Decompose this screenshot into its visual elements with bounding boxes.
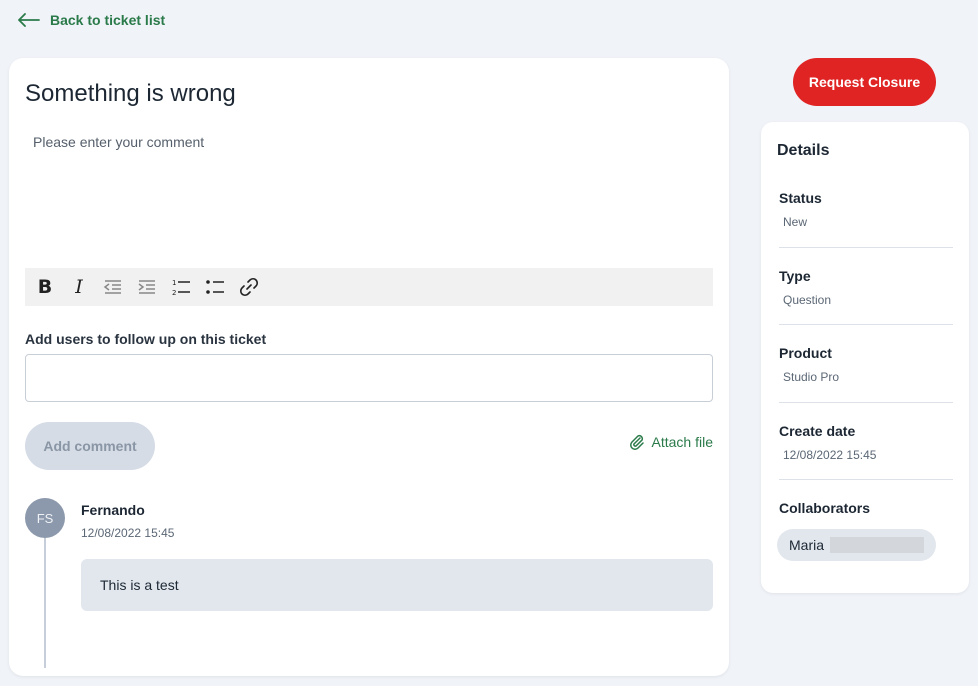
detail-value: Studio Pro bbox=[783, 370, 840, 384]
follow-users-input[interactable] bbox=[25, 354, 713, 402]
arrow-left-icon bbox=[18, 13, 40, 27]
detail-product: Product Studio Pro bbox=[779, 345, 953, 384]
indent-button[interactable] bbox=[135, 275, 159, 299]
detail-collaborators: Collaborators bbox=[779, 500, 953, 516]
italic-button[interactable]: I bbox=[67, 275, 91, 299]
detail-label: Product bbox=[779, 345, 832, 361]
divider bbox=[779, 479, 953, 480]
divider bbox=[779, 402, 953, 403]
divider bbox=[779, 247, 953, 248]
svg-text:2: 2 bbox=[172, 289, 176, 297]
collaborator-chip[interactable]: Maria bbox=[777, 529, 936, 561]
attach-file-button[interactable]: Attach file bbox=[628, 433, 713, 451]
ticket-card: Something is wrong B I 12 Add users to f… bbox=[9, 58, 729, 676]
numbered-list-icon: 12 bbox=[172, 279, 190, 297]
details-heading: Details bbox=[777, 142, 830, 159]
comment-editor[interactable] bbox=[25, 128, 713, 268]
comment-date: 12/08/2022 15:45 bbox=[81, 526, 175, 540]
detail-value: Question bbox=[783, 293, 832, 307]
detail-label: Type bbox=[779, 268, 811, 284]
detail-value: New bbox=[783, 215, 808, 229]
bold-button[interactable]: B bbox=[33, 275, 57, 299]
detail-type: Type Question bbox=[779, 268, 953, 307]
timeline-line bbox=[44, 538, 46, 668]
back-link-label: Back to ticket list bbox=[50, 12, 166, 28]
attach-file-label: Attach file bbox=[651, 434, 713, 450]
divider bbox=[779, 324, 953, 325]
outdent-button[interactable] bbox=[101, 275, 125, 299]
avatar: FS bbox=[25, 498, 65, 538]
bullet-list-icon bbox=[206, 280, 224, 294]
detail-value: 12/08/2022 15:45 bbox=[783, 448, 877, 462]
paperclip-icon bbox=[629, 434, 644, 450]
detail-label: Status bbox=[779, 190, 822, 206]
comment-body: This is a test bbox=[81, 559, 713, 611]
detail-label: Collaborators bbox=[779, 500, 871, 516]
detail-create-date: Create date 12/08/2022 15:45 bbox=[779, 423, 953, 462]
follow-users-label: Add users to follow up on this ticket bbox=[25, 331, 267, 347]
numbered-list-button[interactable]: 12 bbox=[169, 275, 193, 299]
back-to-ticket-list-link[interactable]: Back to ticket list bbox=[18, 12, 165, 28]
indent-icon bbox=[138, 280, 155, 294]
bullet-list-button[interactable] bbox=[203, 275, 227, 299]
outdent-icon bbox=[103, 280, 121, 294]
link-icon bbox=[239, 277, 259, 297]
detail-label: Create date bbox=[779, 423, 856, 439]
add-comment-button[interactable]: Add comment bbox=[25, 422, 155, 470]
request-closure-button[interactable]: Request Closure bbox=[793, 58, 936, 106]
svg-text:1: 1 bbox=[172, 279, 176, 287]
details-panel: Details Status New Type Question Product… bbox=[761, 122, 969, 593]
comment-author: Fernando bbox=[81, 502, 145, 518]
editor-toolbar: B I 12 bbox=[25, 268, 713, 306]
detail-status: Status New bbox=[779, 190, 953, 229]
ticket-title: Something is wrong bbox=[25, 80, 236, 107]
collaborator-name: Maria bbox=[789, 537, 825, 553]
redacted-surname bbox=[830, 537, 925, 553]
link-button[interactable] bbox=[237, 275, 261, 299]
